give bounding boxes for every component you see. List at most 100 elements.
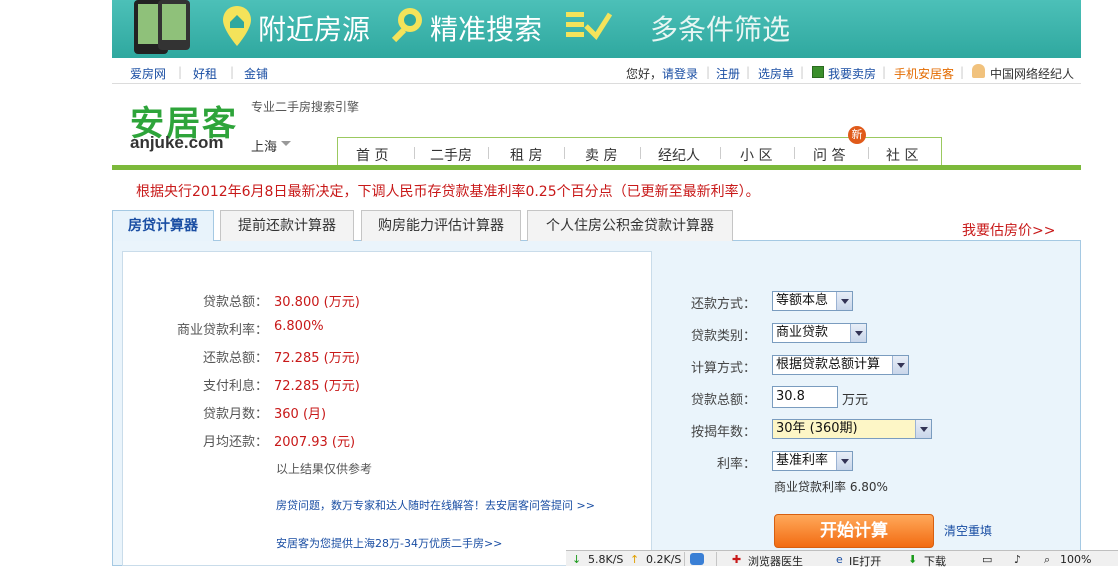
download-icon: ⬇	[908, 553, 918, 566]
result-value: 72.285 (万元)	[274, 379, 360, 394]
divider	[564, 147, 565, 159]
new-badge: 新	[848, 126, 866, 144]
chevron-down-icon	[850, 324, 866, 342]
loan-amount-unit: 万元	[842, 393, 869, 408]
repay-method-value: 等额本息	[776, 293, 829, 308]
link-aifang[interactable]: 爱房网	[130, 65, 166, 82]
result-label: 月均还款：	[202, 435, 268, 450]
zoom-level[interactable]: 100%	[1060, 553, 1091, 566]
nav-agent[interactable]: 经纪人	[658, 145, 700, 165]
divider	[488, 147, 489, 159]
nav-community[interactable]: 小 区	[740, 145, 772, 165]
chevron-down-icon[interactable]	[281, 141, 291, 146]
promo-banner[interactable]: 附近房源 精准搜索 多条件筛选	[112, 0, 1081, 58]
nav-sell[interactable]: 卖 房	[585, 145, 617, 165]
nav-qa[interactable]: 问 答	[813, 145, 845, 165]
city-selector[interactable]: 上海	[251, 136, 277, 155]
result-label: 还款总额：	[202, 351, 268, 366]
selection-list-link[interactable]: 选房单	[758, 65, 794, 82]
rate-select[interactable]: 基准利率	[772, 451, 853, 471]
years-label: 按揭年数：	[690, 425, 756, 440]
link-haozu[interactable]: 好租	[193, 65, 217, 82]
banner-multi-filter: 多条件筛选	[650, 13, 791, 46]
rate-value: 基准利率	[776, 453, 829, 468]
result-value: 360 (月)	[274, 407, 327, 422]
nav-underline	[112, 165, 1081, 170]
slogan: 专业二手房搜索引擎	[251, 100, 360, 114]
calc-method-select[interactable]: 根据贷款总额计算	[772, 355, 909, 375]
calc-method-value: 根据贷款总额计算	[776, 357, 881, 372]
register-link[interactable]: 注册	[716, 65, 740, 82]
nav-home[interactable]: 首 页	[356, 145, 388, 165]
rate-notice: 根据央行2012年6月8日最新决定，下调人民币存贷款基准利率0.25个百分点（已…	[136, 184, 760, 200]
loan-type-value: 商业贷款	[776, 325, 829, 340]
reference-note: 以上结果仅供参考	[276, 462, 373, 476]
result-value: 30.800 (万元)	[274, 295, 360, 310]
mobile-anjuke-link[interactable]: 手机安居客	[894, 65, 954, 82]
zoom-icon: ⌕	[1044, 553, 1051, 566]
result-value: 6.800%	[274, 319, 324, 334]
location-pin-icon	[223, 6, 251, 46]
listings-link[interactable]: 安居客为您提供上海28万-34万优质二手房>>	[276, 535, 502, 551]
top-nav-bar: 爱房网 | 好租 | 金铺 您好， 请登录 | 注册 | 选房单 | 我要卖房 …	[112, 60, 1081, 84]
tab-mortgage-calculator[interactable]: 房贷计算器	[112, 210, 214, 241]
browser-status-bar: ↓ 5.8K/S ↑ 0.2K/S ✚ 浏览器医生 e IE打开 ⬇ 下载 ▭ …	[566, 550, 1118, 569]
link-jinpu[interactable]: 金铺	[244, 65, 268, 82]
repay-method-select[interactable]: 等额本息	[772, 291, 853, 311]
divider: |	[178, 65, 183, 79]
divider	[414, 147, 415, 159]
filter-list-icon	[566, 12, 612, 40]
tab-provident-fund-calculator[interactable]: 个人住房公积金贷款计算器	[527, 210, 733, 241]
sound-icon[interactable]: ♪	[1014, 553, 1021, 566]
window-icon[interactable]: ▭	[982, 553, 992, 566]
loan-amount-label: 贷款总额：	[690, 393, 756, 408]
divider	[868, 147, 869, 159]
divider	[684, 552, 685, 566]
loan-amount-input[interactable]: 30.8	[772, 386, 838, 408]
years-value: 30年 (360期)	[776, 421, 858, 436]
sell-house-icon	[812, 66, 824, 78]
reset-link[interactable]: 清空重填	[944, 522, 992, 539]
chevron-down-icon	[915, 420, 931, 438]
start-calculate-button[interactable]: 开始计算	[774, 514, 934, 548]
nav-rent[interactable]: 租 房	[510, 145, 542, 165]
divider: |	[706, 65, 711, 79]
ie-icon[interactable]	[690, 553, 704, 565]
banner-precise-search: 精准搜索	[430, 13, 543, 46]
download-arrow-icon: ↓	[572, 553, 582, 566]
login-link[interactable]: 请登录	[662, 65, 698, 82]
logo-english[interactable]: anjuke.com	[130, 133, 224, 153]
nav-second-hand[interactable]: 二手房	[430, 145, 472, 165]
upload-arrow-icon: ↑	[630, 553, 640, 566]
divider	[794, 147, 795, 159]
browser-doctor-button[interactable]: 浏览器医生	[748, 553, 803, 569]
qa-ask-link[interactable]: 房贷问题，数万专家和达人随时在线解答！去安居客问答提问 >>	[276, 497, 595, 513]
phone-image-2	[158, 0, 190, 50]
divider: |	[746, 65, 751, 79]
banner-nearby: 附近房源	[258, 13, 371, 46]
download-button[interactable]: 下载	[924, 553, 946, 569]
agent-avatar-icon	[972, 64, 985, 78]
agent-network-link[interactable]: 中国网络经纪人	[990, 65, 1074, 82]
estimate-price-link[interactable]: 我要估房价>>	[962, 220, 1055, 240]
repay-method-label: 还款方式：	[690, 297, 756, 312]
divider: |	[800, 65, 805, 79]
result-label: 贷款总额：	[202, 295, 268, 310]
ie-open-icon: e	[836, 553, 843, 566]
divider: |	[960, 65, 965, 79]
chevron-down-icon	[836, 292, 852, 310]
sell-house-link[interactable]: 我要卖房	[828, 65, 876, 82]
result-label: 支付利息：	[202, 379, 268, 394]
result-label: 贷款月数：	[202, 407, 268, 422]
loan-type-select[interactable]: 商业贷款	[772, 323, 867, 343]
rate-note: 商业贷款利率 6.80%	[774, 480, 888, 494]
tab-affordability-calculator[interactable]: 购房能力评估计算器	[361, 210, 521, 241]
chevron-down-icon	[892, 356, 908, 374]
ie-open-button[interactable]: IE打开	[849, 553, 881, 569]
tab-prepayment-calculator[interactable]: 提前还款计算器	[220, 210, 354, 241]
nav-forum[interactable]: 社 区	[886, 145, 918, 165]
divider	[640, 147, 641, 159]
rate-label: 利率：	[716, 457, 756, 472]
years-select[interactable]: 30年 (360期)	[772, 419, 932, 439]
calc-method-label: 计算方式：	[690, 361, 756, 376]
